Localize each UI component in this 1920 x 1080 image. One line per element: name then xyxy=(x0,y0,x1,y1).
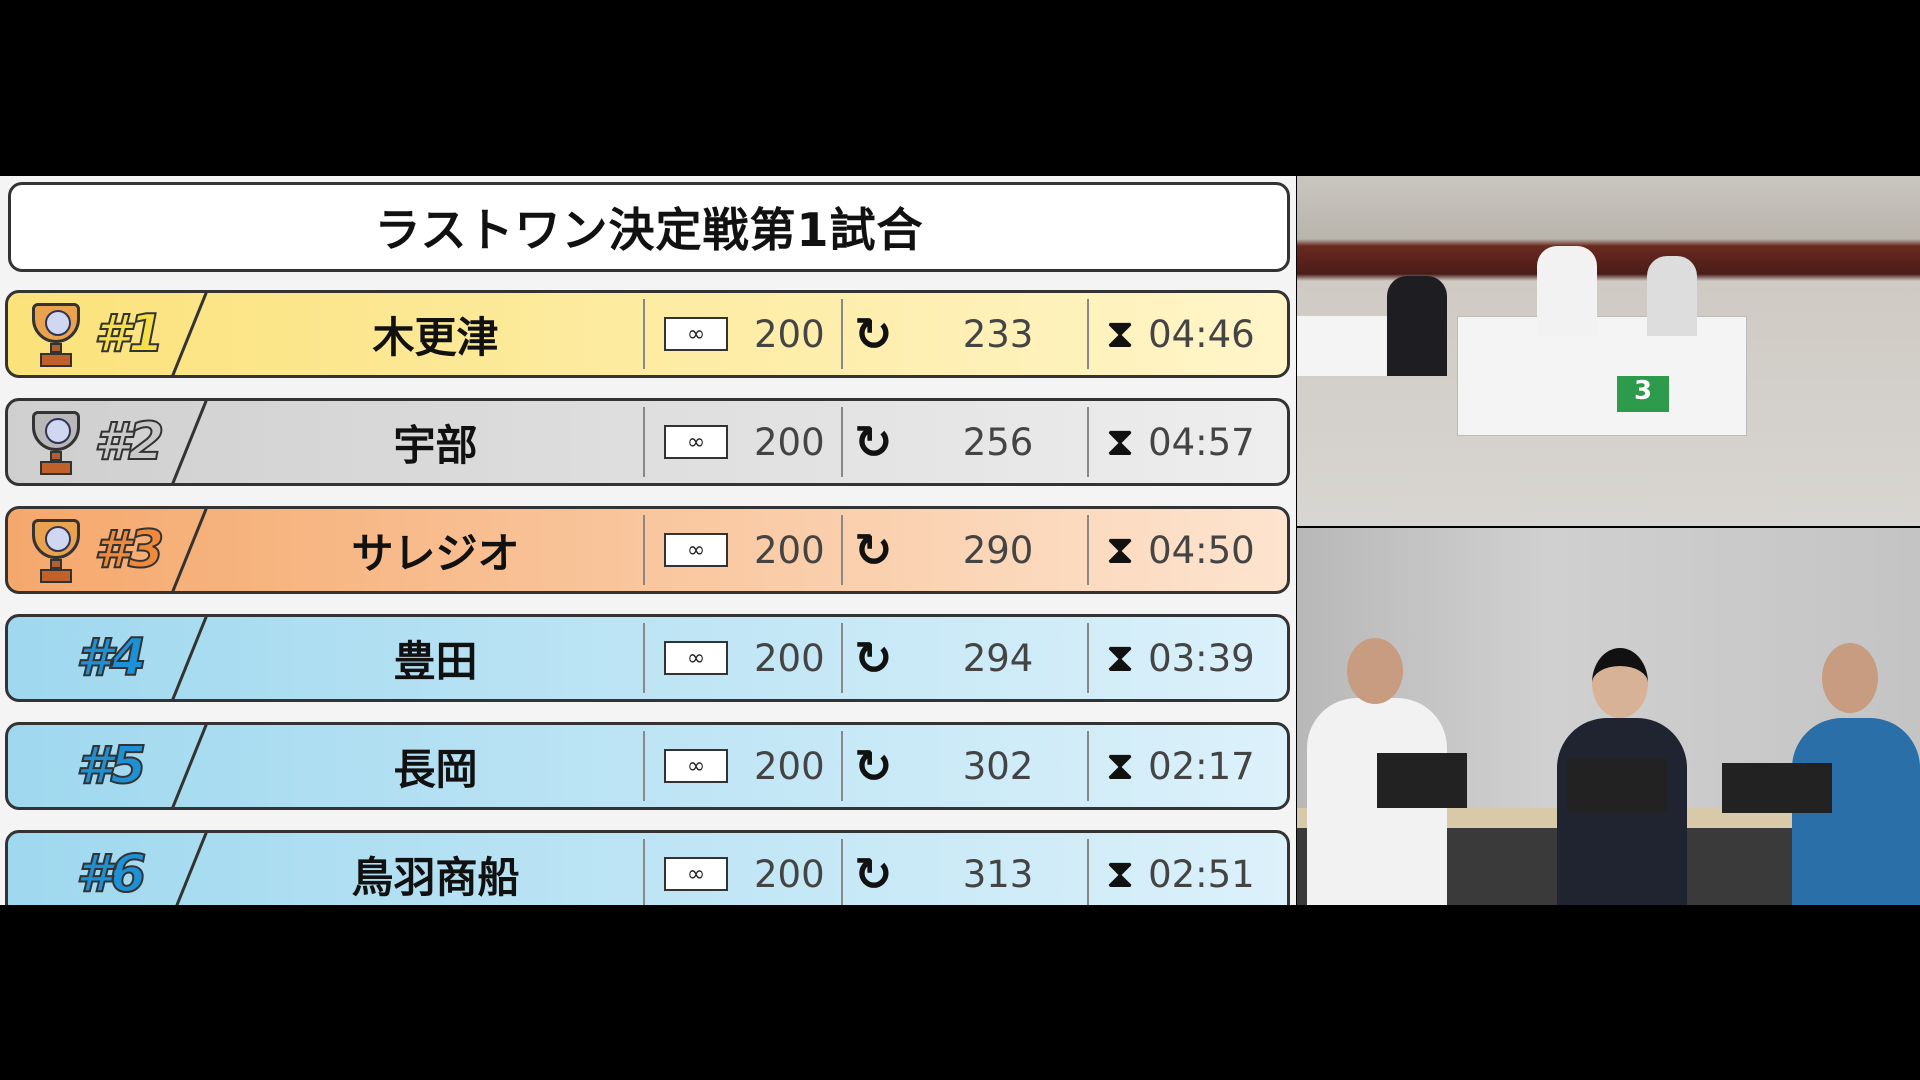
reload-icon: ↻ xyxy=(854,631,893,685)
divider xyxy=(643,515,645,585)
ranking-row: #2 宇部 ∞ 200 ↻ 256 ⧗ 04:57 xyxy=(5,398,1290,486)
link-icon: ∞ xyxy=(664,857,728,891)
reload-icon: ↻ xyxy=(854,739,893,793)
reload-icon: ↻ xyxy=(854,415,893,469)
hourglass-icon: ⧗ xyxy=(1106,311,1135,357)
divider xyxy=(841,299,843,369)
link-count: 200 xyxy=(754,420,825,464)
trophy-icon xyxy=(22,515,90,585)
turn-count: 290 xyxy=(962,528,1034,572)
rank-number: #2 xyxy=(93,411,165,473)
team-name: 長岡 xyxy=(393,744,478,794)
rank-number: #4 xyxy=(75,627,147,689)
link-icon: ∞ xyxy=(664,425,728,459)
ranking-row: #4 豊田 ∞ 200 ↻ 294 ⧗ 03:39 xyxy=(5,614,1290,702)
team-name: 木更津 xyxy=(372,312,499,362)
divider xyxy=(1087,623,1089,693)
divider xyxy=(841,515,843,585)
divider xyxy=(1087,407,1089,477)
team-name: 宇部 xyxy=(393,420,478,470)
trophy-icon xyxy=(22,299,90,369)
elapsed-time: 03:39 xyxy=(1148,636,1255,680)
team-name: 鳥羽商船 xyxy=(351,852,520,902)
turn-count: 294 xyxy=(962,636,1034,680)
divider xyxy=(1087,731,1089,801)
elapsed-time: 02:17 xyxy=(1148,744,1255,788)
hourglass-icon: ⧗ xyxy=(1106,743,1135,789)
rank-badge: #6 xyxy=(8,833,208,905)
elapsed-time: 04:46 xyxy=(1148,312,1255,356)
hourglass-icon: ⧗ xyxy=(1106,527,1135,573)
link-icon: ∞ xyxy=(664,641,728,675)
divider xyxy=(643,407,645,477)
divider xyxy=(841,623,843,693)
link-icon: ∞ xyxy=(664,317,728,351)
link-icon: ∞ xyxy=(664,749,728,783)
link-count: 200 xyxy=(754,636,825,680)
divider xyxy=(643,623,645,693)
commentator-camera-feed xyxy=(1297,528,1920,905)
divider xyxy=(841,839,843,905)
hourglass-icon: ⧗ xyxy=(1106,419,1135,465)
divider xyxy=(841,407,843,477)
reload-icon: ↻ xyxy=(854,523,893,577)
turn-count: 256 xyxy=(962,420,1034,464)
ranking-row: #3 サレジオ ∞ 200 ↻ 290 ⧗ 04:50 xyxy=(5,506,1290,594)
divider xyxy=(841,731,843,801)
match-title: ラストワン決定戦第1試合 xyxy=(8,182,1290,272)
divider xyxy=(643,299,645,369)
link-count: 200 xyxy=(754,852,825,896)
scoreboard: ラストワン決定戦第1試合 #1 木更津 ∞ 200 ↻ 233 ⧗ 04:46 #2… xyxy=(0,176,1296,905)
rank-number: #5 xyxy=(75,735,147,797)
trophy-icon xyxy=(22,407,90,477)
reload-icon: ↻ xyxy=(854,847,893,901)
venue-camera-feed: 3 xyxy=(1297,176,1920,526)
rank-number: #1 xyxy=(93,303,165,365)
hourglass-icon: ⧗ xyxy=(1106,635,1135,681)
elapsed-time: 04:50 xyxy=(1148,528,1255,572)
rank-number: #3 xyxy=(93,519,165,581)
divider xyxy=(643,839,645,905)
rank-number: #6 xyxy=(75,843,147,905)
ranking-row: #5 長岡 ∞ 200 ↻ 302 ⧗ 02:17 xyxy=(5,722,1290,810)
turn-count: 302 xyxy=(962,744,1034,788)
link-icon: ∞ xyxy=(664,533,728,567)
divider xyxy=(643,731,645,801)
ranking-row: #1 木更津 ∞ 200 ↻ 233 ⧗ 04:46 xyxy=(5,290,1290,378)
divider xyxy=(1087,515,1089,585)
divider xyxy=(1087,839,1089,905)
link-count: 200 xyxy=(754,744,825,788)
team-name: 豊田 xyxy=(393,636,478,686)
divider xyxy=(1087,299,1089,369)
turn-count: 313 xyxy=(962,852,1034,896)
elapsed-time: 02:51 xyxy=(1148,852,1255,896)
elapsed-time: 04:57 xyxy=(1148,420,1255,464)
turn-count: 233 xyxy=(962,312,1034,356)
team-name: サレジオ xyxy=(351,528,520,578)
hourglass-icon: ⧗ xyxy=(1106,851,1135,897)
ranking-row: #6 鳥羽商船 ∞ 200 ↻ 313 ⧗ 02:51 xyxy=(5,830,1290,905)
link-count: 200 xyxy=(754,312,825,356)
link-count: 200 xyxy=(754,528,825,572)
reload-icon: ↻ xyxy=(854,307,893,361)
